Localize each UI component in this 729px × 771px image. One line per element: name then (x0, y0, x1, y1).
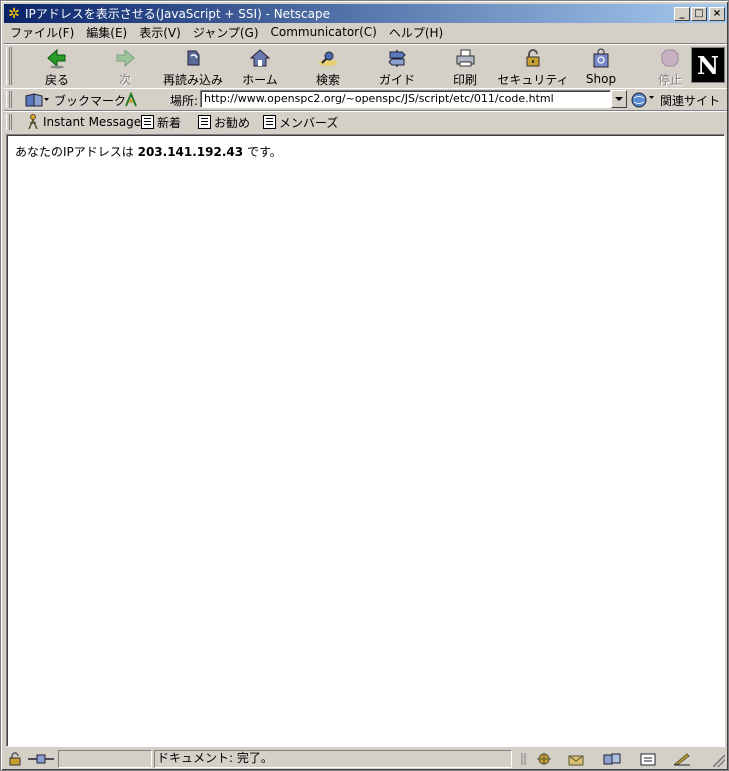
page-proxy-icon[interactable] (122, 91, 140, 109)
members-link[interactable]: メンバーズ (263, 113, 338, 131)
window-title: IPアドレスを表示させる(JavaScript + SSI) - Netscap… (25, 7, 330, 21)
forward-label: 次 (118, 73, 131, 87)
members-label: メンバーズ (279, 115, 339, 130)
status-text: ドキュメント: 完了。 (157, 751, 273, 765)
composer-component-icon[interactable] (672, 751, 692, 767)
ip-message-suffix: です。 (243, 145, 282, 159)
menu-go[interactable]: ジャンプ(G) (187, 24, 265, 41)
back-button[interactable]: 戻る (24, 46, 90, 88)
home-label: ホーム (242, 73, 278, 87)
new-link[interactable]: 新着 (141, 113, 181, 131)
recommend-link[interactable]: お勧め (198, 113, 250, 131)
home-button[interactable]: ホーム (227, 46, 293, 88)
personal-grip[interactable] (6, 114, 12, 130)
navigator-component-icon[interactable] (534, 751, 554, 767)
guide-label: ガイド (378, 73, 415, 87)
new-label: 新着 (157, 115, 182, 130)
toolbar-grip[interactable] (6, 47, 12, 85)
security-label: セキュリティ (497, 73, 569, 87)
close-button[interactable]: × (709, 6, 725, 21)
location-grip[interactable] (6, 91, 12, 108)
progress-bar (58, 750, 152, 768)
url-dropdown-button[interactable] (611, 90, 627, 108)
instant-message-label: Instant Message (43, 115, 142, 129)
stop-icon (657, 46, 683, 69)
maximize-button[interactable]: □ (691, 6, 707, 21)
resize-grip[interactable] (713, 755, 725, 767)
newsgroup-component-icon[interactable] (602, 751, 622, 767)
stop-label: 停止 (657, 73, 682, 87)
menu-file[interactable]: ファイル(F) (4, 24, 80, 41)
minimize-button[interactable]: _ (674, 6, 690, 21)
connection-status-icon (26, 751, 56, 767)
ip-address-value: 203.141.192.43 (137, 145, 244, 159)
security-status-icon[interactable] (6, 751, 26, 767)
instant-message-link[interactable]: Instant Message (26, 113, 141, 131)
personal-toolbar: Instant Message 新着 お勧め メンバーズ (4, 111, 727, 132)
document-icon (263, 115, 276, 129)
shopping-bag-icon (588, 46, 614, 70)
status-bar: ドキュメント: 完了。 (4, 749, 727, 769)
search-label: 検索 (315, 73, 340, 87)
search-button[interactable]: 検索 (295, 46, 361, 88)
search-icon (315, 46, 341, 69)
guide-button[interactable]: ガイド (364, 46, 430, 88)
mail-component-icon[interactable] (567, 751, 587, 767)
netscape-logo[interactable]: N (691, 47, 725, 83)
bookmarks-icon (25, 93, 49, 107)
location-label: 場所: (170, 94, 199, 108)
security-button[interactable]: セキュリティ (497, 46, 569, 88)
bookmarks-button[interactable]: ブックマーク (24, 90, 126, 110)
globe-icon (631, 92, 654, 108)
title-bar: ✲ IPアドレスを表示させる(JavaScript + SSI) - Netsc… (4, 4, 727, 23)
location-toolbar: ブックマーク 場所: http://www.openspc2.org/~open… (4, 89, 727, 111)
navigation-toolbar: 戻る 次 再読み込み ホーム 検索 ガイド 印刷 セキュリティ Shop 停止 … (4, 43, 727, 89)
related-sites-label: 関連サイト (660, 93, 721, 108)
ip-message-prefix: あなたのIPアドレスは (15, 145, 138, 159)
shop-label: Shop (585, 72, 617, 86)
page-content: あなたのIPアドレスは 203.141.192.43 です。 (6, 134, 725, 747)
bookmarks-label: ブックマーク (54, 93, 127, 108)
back-label: 戻る (44, 73, 69, 87)
back-arrow-icon (44, 46, 70, 69)
status-divider-icon (514, 751, 534, 767)
print-button[interactable]: 印刷 (432, 46, 498, 88)
menu-edit[interactable]: 編集(E) (80, 24, 133, 41)
url-input[interactable]: http://www.openspc2.org/~openspc/JS/scri… (200, 90, 611, 108)
padlock-icon (520, 46, 546, 69)
forward-arrow-icon (112, 46, 138, 69)
browser-window: ✲ IPアドレスを表示させる(JavaScript + SSI) - Netsc… (0, 0, 729, 771)
forward-button[interactable]: 次 (92, 46, 158, 88)
guide-signpost-icon (384, 46, 410, 69)
menu-communicator[interactable]: Communicator(C) (265, 25, 383, 39)
instant-message-person-icon (28, 114, 38, 130)
related-sites-button[interactable]: 関連サイト (630, 90, 720, 110)
reload-label: 再読み込み (162, 73, 223, 87)
address-book-icon[interactable] (638, 751, 658, 767)
recommend-label: お勧め (214, 115, 251, 130)
document-icon (141, 115, 154, 129)
document-icon (198, 115, 211, 129)
home-icon (247, 46, 273, 69)
ip-address-message: あなたのIPアドレスは 203.141.192.43 です。 (15, 143, 282, 160)
menu-bar: ファイル(F) 編集(E) 表示(V) ジャンプ(G) Communicator… (4, 23, 727, 41)
print-label: 印刷 (452, 73, 477, 87)
menu-view[interactable]: 表示(V) (133, 24, 187, 41)
menu-help[interactable]: ヘルプ(H) (383, 24, 449, 41)
reload-icon (180, 46, 206, 69)
reload-button[interactable]: 再読み込み (160, 46, 226, 88)
shop-button[interactable]: Shop (568, 46, 634, 88)
netscape-app-icon: ✲ (8, 5, 20, 22)
printer-icon (452, 46, 478, 69)
